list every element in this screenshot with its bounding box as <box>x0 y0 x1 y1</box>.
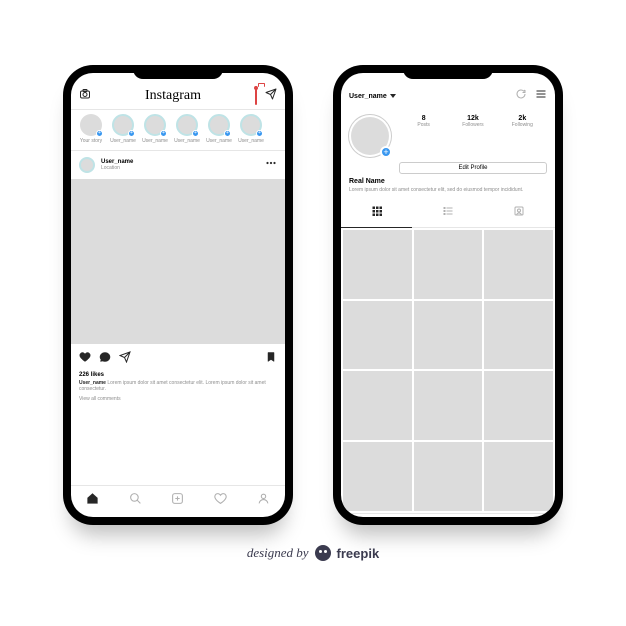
camera-icon[interactable] <box>79 87 91 105</box>
story-item[interactable]: User_name <box>109 114 137 144</box>
grid-cell[interactable] <box>343 442 412 511</box>
story-item[interactable]: User_name <box>205 114 233 144</box>
stat-followers[interactable]: 12k Followers <box>448 115 497 128</box>
list-icon <box>442 205 454 217</box>
profile-bio: Lorem ipsum dolor sit amet consectetur e… <box>349 187 547 193</box>
notch <box>403 65 493 79</box>
more-icon[interactable] <box>265 156 277 174</box>
profile-grid <box>341 228 555 513</box>
story-label: User_name <box>142 138 168 144</box>
grid-cell[interactable] <box>484 301 553 370</box>
grid-cell[interactable] <box>414 301 483 370</box>
add-story-icon[interactable]: + <box>380 146 392 158</box>
bookmark-icon[interactable] <box>265 350 277 368</box>
edit-profile-button[interactable]: Edit Profile <box>399 162 547 174</box>
nav-search-icon[interactable] <box>129 492 142 510</box>
stat-following[interactable]: 2k Following <box>498 115 547 128</box>
phone-feed: Instagram Your story <box>63 65 293 525</box>
grid-cell[interactable] <box>484 230 553 299</box>
like-icon[interactable] <box>79 350 91 368</box>
tagged-icon <box>513 205 525 217</box>
comment-icon[interactable] <box>99 350 111 368</box>
post-image[interactable] <box>71 179 285 344</box>
story-label: User_name <box>110 138 136 144</box>
likes-count[interactable]: 226 likes <box>79 372 277 380</box>
story-label: User_name <box>238 138 264 144</box>
nav-add-icon[interactable] <box>171 492 184 510</box>
refresh-icon[interactable] <box>515 87 527 105</box>
nav-activity-icon[interactable] <box>214 492 227 510</box>
story-badge-icon <box>128 130 135 137</box>
stat-posts[interactable]: 8 Posts <box>399 115 448 128</box>
post-header[interactable]: User_name Location <box>71 151 285 179</box>
profile-avatar[interactable]: + <box>349 115 391 157</box>
app-title: Instagram <box>145 88 201 104</box>
bottom-nav <box>71 485 285 517</box>
tab-grid[interactable] <box>341 199 412 228</box>
story-label: User_name <box>174 138 200 144</box>
profile-stats: 8 Posts 12k Followers 2k Following <box>399 115 547 128</box>
send-icon[interactable] <box>265 87 277 105</box>
notch <box>133 65 223 79</box>
tab-tagged[interactable] <box>484 199 555 228</box>
grid-cell[interactable] <box>484 371 553 440</box>
grid-cell[interactable] <box>484 442 553 511</box>
grid-cell[interactable] <box>414 230 483 299</box>
grid-icon <box>371 205 383 217</box>
grid-cell[interactable] <box>343 301 412 370</box>
grid-cell[interactable] <box>343 230 412 299</box>
story-item[interactable]: User_name <box>237 114 265 144</box>
story-label: User_name <box>206 138 232 144</box>
story-badge-icon <box>160 130 167 137</box>
view-comments-link[interactable]: View all comments <box>79 396 277 403</box>
phone-profile: User_name + 8 Posts <box>333 65 563 525</box>
story-badge-icon <box>224 130 231 137</box>
bottom-nav <box>341 513 555 517</box>
post-actions <box>71 344 285 370</box>
story-label: Your story <box>80 138 102 144</box>
profile-tabs <box>341 199 555 228</box>
profile-username[interactable]: User_name <box>349 93 396 100</box>
post-location[interactable]: Location <box>101 165 133 171</box>
stories-row[interactable]: Your story User_name User_name User_name… <box>71 110 285 150</box>
menu-icon[interactable] <box>535 87 547 105</box>
story-item[interactable]: User_name <box>141 114 169 144</box>
post-caption: User_name Lorem ipsum dolor sit amet con… <box>79 380 277 393</box>
nav-home-icon[interactable] <box>86 492 99 510</box>
add-story-icon <box>96 130 103 137</box>
grid-cell[interactable] <box>414 442 483 511</box>
grid-cell[interactable] <box>414 371 483 440</box>
freepik-logo-icon <box>315 545 331 561</box>
igtv-icon[interactable] <box>255 87 257 105</box>
share-icon[interactable] <box>119 350 131 368</box>
nav-profile-icon[interactable] <box>257 492 270 510</box>
story-badge-icon <box>256 130 263 137</box>
story-your-story[interactable]: Your story <box>77 114 105 144</box>
profile-real-name: Real Name <box>349 178 547 187</box>
chevron-down-icon <box>390 94 396 98</box>
attribution: designed by freepik <box>247 545 379 561</box>
story-badge-icon <box>192 130 199 137</box>
story-item[interactable]: User_name <box>173 114 201 144</box>
post-avatar[interactable] <box>79 157 95 173</box>
tab-list[interactable] <box>412 199 483 228</box>
grid-cell[interactable] <box>343 371 412 440</box>
